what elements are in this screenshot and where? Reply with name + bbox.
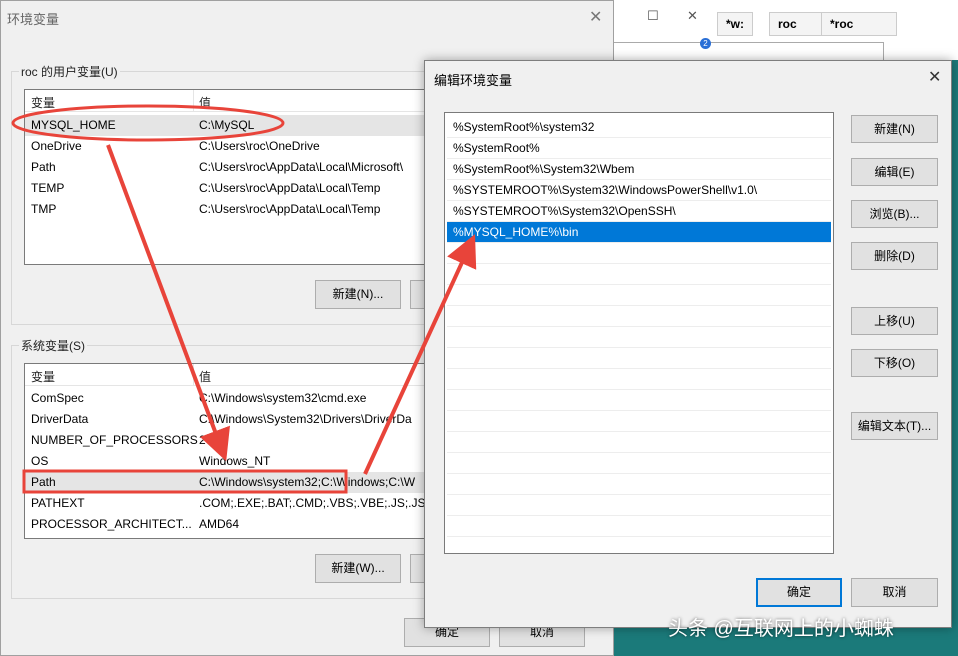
edit-environment-variable-dialog: 编辑环境变量 ✕ %SystemRoot%\system32 %SystemRo… (424, 60, 952, 628)
list-item[interactable] (447, 327, 831, 348)
variable-name: MYSQL_HOME (31, 118, 116, 132)
list-item[interactable] (447, 516, 831, 537)
variable-name: PATHEXT (31, 496, 85, 510)
tab-roc-modified[interactable]: *roc (821, 12, 897, 36)
variable-value: C:\MySQL (199, 118, 255, 132)
variable-value: C:\Windows\system32\cmd.exe (199, 391, 367, 405)
variable-name: TMP (31, 202, 57, 216)
list-item-selected[interactable]: %MYSQL_HOME%\bin (447, 222, 831, 243)
edit-text-button[interactable]: 编辑文本(T)... (851, 412, 938, 440)
system-new-button[interactable]: 新建(W)... (315, 554, 401, 583)
variable-name: TEMP (31, 181, 65, 195)
list-item[interactable] (447, 369, 831, 390)
close-icon[interactable]: ✕ (928, 67, 941, 87)
variable-name: Path (31, 475, 56, 489)
background-window-strip (612, 42, 884, 62)
dialog-title: 编辑环境变量 (434, 73, 513, 88)
list-item[interactable] (447, 537, 831, 553)
variable-value: C:\Users\roc\AppData\Local\Temp (199, 181, 381, 195)
close-icon[interactable]: ✕ (687, 8, 698, 24)
variable-value: 2 (199, 433, 206, 447)
list-item[interactable] (447, 495, 831, 516)
list-item[interactable] (447, 348, 831, 369)
edit-button[interactable]: 编辑(E) (851, 158, 938, 186)
list-item[interactable] (447, 474, 831, 495)
list-item[interactable] (447, 390, 831, 411)
move-up-button[interactable]: 上移(U) (851, 307, 938, 335)
column-header-variable[interactable]: 变量 (31, 368, 55, 385)
variable-value: C:\Users\roc\OneDrive (199, 139, 320, 153)
dialog-title: 环境变量 (7, 12, 60, 27)
variable-name: PROCESSOR_ARCHITECT... (31, 517, 192, 531)
variable-name: OS (31, 454, 49, 468)
list-item[interactable] (447, 285, 831, 306)
list-item[interactable] (447, 453, 831, 474)
variable-name: ComSpec (31, 391, 84, 405)
list-item[interactable] (447, 243, 831, 264)
list-item[interactable] (447, 432, 831, 453)
watermark: 头条 @互联网上的小蜘蛛 (668, 618, 894, 640)
list-item[interactable]: %SystemRoot% (447, 138, 831, 159)
list-item[interactable]: %SystemRoot%\system32 (447, 117, 831, 138)
browse-button[interactable]: 浏览(B)... (851, 200, 938, 228)
list-item[interactable]: %SYSTEMROOT%\System32\WindowsPowerShell\… (447, 180, 831, 201)
user-variables-label: roc 的用户变量(U) (19, 63, 120, 80)
variable-value: AMD64 (199, 517, 240, 531)
variable-value: C:\Users\roc\AppData\Local\Temp (199, 202, 381, 216)
variable-value: C:\Windows\system32;C:\Windows;C:\W (199, 475, 416, 489)
list-item[interactable] (447, 411, 831, 432)
variable-name: DriverData (31, 412, 89, 426)
list-item[interactable]: %SystemRoot%\System32\Wbem (447, 159, 831, 180)
new-button[interactable]: 新建(N) (851, 115, 938, 143)
variable-value: .COM;.EXE;.BAT;.CMD;.VBS;.VBE;.JS;.JSE (199, 496, 434, 510)
list-item[interactable]: %SYSTEMROOT%\System32\OpenSSH\ (447, 201, 831, 222)
variable-value: C:\Users\roc\AppData\Local\Microsoft\ (199, 160, 404, 174)
column-header-value[interactable]: 值 (199, 94, 211, 111)
close-icon[interactable]: ✕ (589, 7, 602, 27)
delete-button[interactable]: 删除(D) (851, 242, 938, 270)
notification-badge: 2 (700, 38, 711, 49)
variable-name: OneDrive (31, 139, 82, 153)
variable-value: C:\Windows\System32\Drivers\DriverDa (199, 412, 412, 426)
move-down-button[interactable]: 下移(O) (851, 349, 938, 377)
ok-button[interactable]: 确定 (756, 578, 842, 607)
column-header-value[interactable]: 值 (199, 368, 211, 385)
path-list[interactable]: %SystemRoot%\system32 %SystemRoot% %Syst… (444, 112, 834, 554)
variable-name: Path (31, 160, 56, 174)
minimize-icon[interactable]: ☐ (647, 8, 659, 24)
cancel-button[interactable]: 取消 (851, 578, 938, 607)
list-item[interactable] (447, 306, 831, 327)
user-new-button[interactable]: 新建(N)... (315, 280, 401, 309)
system-variables-label: 系统变量(S) (19, 337, 87, 354)
list-item[interactable] (447, 264, 831, 285)
column-header-variable[interactable]: 变量 (31, 94, 55, 111)
variable-name: NUMBER_OF_PROCESSORS (31, 433, 198, 447)
variable-value: Windows_NT (199, 454, 271, 468)
tab-w[interactable]: *w: (717, 12, 753, 36)
